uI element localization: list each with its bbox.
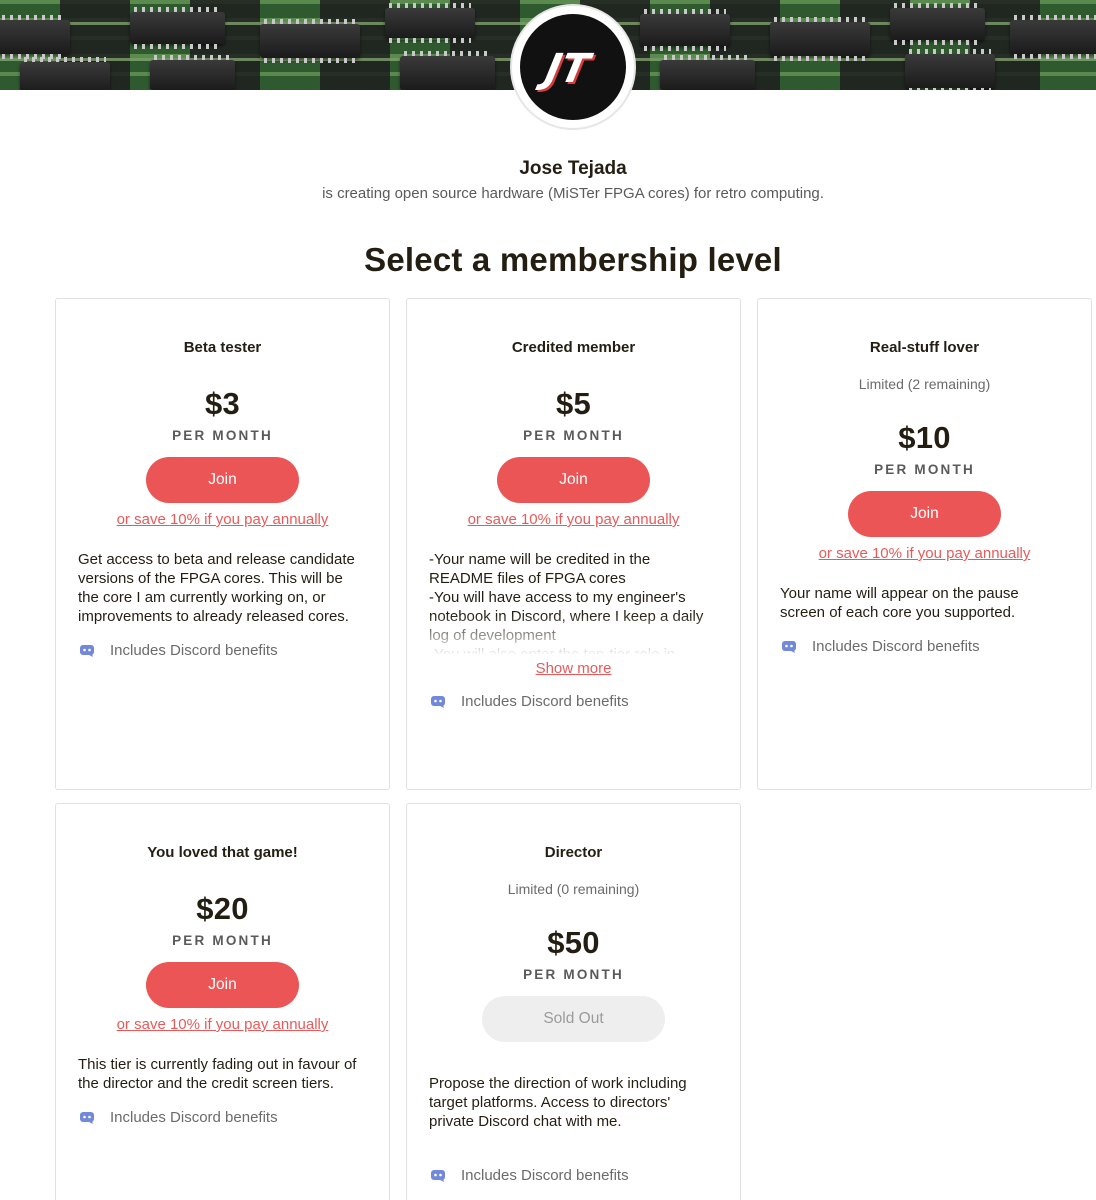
annual-save-link[interactable]: or save 10% if you pay annually (56, 511, 389, 528)
tier-period: PER MONTH (874, 462, 975, 477)
tier-price: $5 (555, 386, 592, 421)
discord-benefits-label: Includes Discord benefits (461, 693, 629, 710)
tier-period: PER MONTH (523, 428, 624, 443)
discord-benefits: Includes Discord benefits (80, 642, 389, 659)
discord-icon (80, 1111, 94, 1124)
tier-price: $50 (547, 925, 600, 960)
tier-period: PER MONTH (523, 967, 624, 982)
tier-card-you-loved-that-game: You loved that game! $20 PER MONTH Join … (55, 803, 390, 1200)
tier-title: Director (544, 844, 603, 861)
tier-description: Get access to beta and release candidate… (78, 551, 355, 625)
tier-title: Beta tester (183, 339, 262, 356)
discord-icon (431, 695, 445, 708)
discord-benefits-label: Includes Discord benefits (812, 638, 980, 655)
tier-price: $10 (898, 420, 951, 455)
annual-save-link[interactable]: or save 10% if you pay annually (56, 1016, 389, 1033)
tier-price: $20 (196, 891, 249, 926)
join-button[interactable]: Join (497, 457, 650, 503)
tier-price: $3 (204, 386, 241, 421)
tier-title: You loved that game! (147, 844, 298, 861)
show-more-link[interactable]: Show more (407, 660, 740, 677)
creator-name: Jose Tejada (519, 158, 627, 179)
discord-benefits-label: Includes Discord benefits (110, 1109, 278, 1126)
tier-card-beta-tester: Beta tester $3 PER MONTH Join or save 10… (55, 298, 390, 790)
tier-card-real-stuff-lover: Real-stuff lover Limited (2 remaining) $… (757, 298, 1092, 790)
discord-benefits: Includes Discord benefits (431, 1167, 740, 1184)
join-button[interactable]: Join (146, 457, 299, 503)
avatar-logo: JT JT (520, 14, 626, 120)
annual-save-link[interactable]: or save 10% if you pay annually (758, 545, 1091, 562)
discord-icon (80, 644, 94, 657)
discord-benefits: Includes Discord benefits (782, 638, 1091, 655)
join-button[interactable]: Join (146, 962, 299, 1008)
discord-benefits: Includes Discord benefits (80, 1109, 389, 1126)
tier-title: Real-stuff lover (869, 339, 980, 356)
discord-icon (431, 1169, 445, 1182)
tier-title: Credited member (511, 339, 636, 356)
tier-description: Your name will appear on the pause scree… (780, 585, 1019, 621)
creator-avatar[interactable]: JT JT (510, 4, 636, 130)
join-button[interactable]: Join (848, 491, 1001, 537)
tier-description: -Your name will be credited in the READM… (429, 550, 720, 654)
discord-benefits-label: Includes Discord benefits (110, 642, 278, 659)
tier-period: PER MONTH (172, 428, 273, 443)
tier-period: PER MONTH (172, 933, 273, 948)
discord-benefits: Includes Discord benefits (431, 693, 740, 710)
tier-description: Propose the direction of work including … (429, 1075, 687, 1130)
tier-limit: Limited (2 remaining) (858, 376, 991, 392)
discord-icon (782, 640, 796, 653)
annual-save-link[interactable]: or save 10% if you pay annually (407, 511, 740, 528)
tier-card-director: Director Limited (0 remaining) $50 PER M… (406, 803, 741, 1200)
sold-out-button: Sold Out (482, 996, 665, 1042)
svg-text:JT: JT (534, 44, 597, 91)
tier-card-credited-member: Credited member $5 PER MONTH Join or sav… (406, 298, 741, 790)
tier-description: This tier is currently fading out in fav… (78, 1056, 357, 1092)
tier-limit: Limited (0 remaining) (507, 881, 640, 897)
page-title: Select a membership level (364, 241, 782, 278)
discord-benefits-label: Includes Discord benefits (461, 1167, 629, 1184)
creator-tagline: is creating open source hardware (MiSTer… (322, 185, 824, 202)
